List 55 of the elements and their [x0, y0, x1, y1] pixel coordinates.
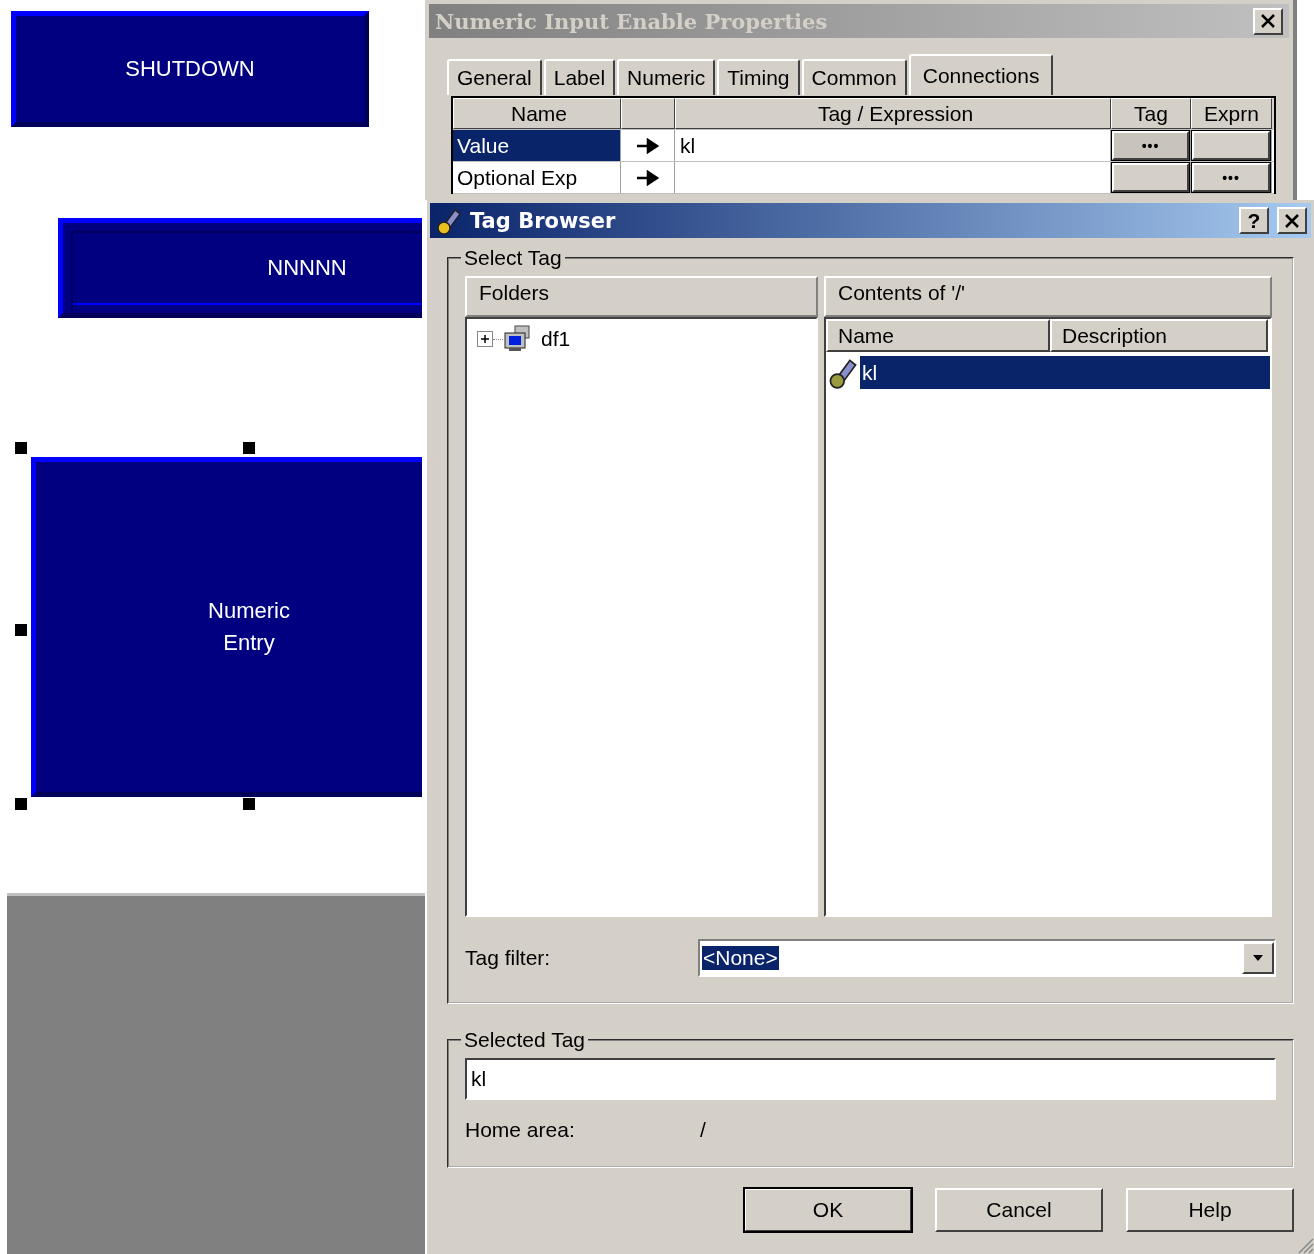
browse-button[interactable]: •••: [1112, 131, 1189, 160]
pane-header: Contents of '/': [824, 276, 1272, 317]
column-header: Tag: [1111, 98, 1191, 129]
tab[interactable]: Timing: [717, 59, 800, 95]
blank-button[interactable]: [1192, 131, 1270, 160]
browse-button[interactable]: •••: [1192, 163, 1270, 192]
tab[interactable]: General: [447, 59, 542, 95]
caret-icon: [1252, 954, 1264, 962]
help-button[interactable]: ?: [1239, 207, 1269, 234]
tree-item[interactable]: df1: [541, 327, 571, 351]
dialog-button[interactable]: Help: [1126, 1188, 1294, 1232]
selected-tag-field[interactable]: kl: [465, 1058, 1276, 1100]
window-title: Tag Browser: [470, 208, 616, 233]
close-icon: [1260, 14, 1276, 28]
group-label: Selected Tag: [463, 1028, 587, 1052]
blank-button[interactable]: [1112, 163, 1189, 192]
tab[interactable]: Connections: [908, 54, 1054, 95]
hmi-button[interactable]: SHUTDOWN: [11, 11, 369, 127]
column-header[interactable]: Name: [826, 319, 1050, 352]
arrow-icon: [634, 136, 661, 155]
field-label: Tag filter:: [465, 946, 552, 970]
list-item[interactable]: kl: [860, 356, 1270, 389]
dialog-button[interactable]: Cancel: [935, 1188, 1103, 1232]
tab[interactable]: Label: [543, 59, 616, 95]
dropdown-value: <None>: [702, 946, 779, 970]
home-area-value: /: [700, 1118, 706, 1142]
table-cell[interactable]: Value: [453, 130, 621, 161]
close-button[interactable]: [1277, 207, 1307, 234]
tab[interactable]: Numeric: [617, 59, 716, 95]
field-label: Home area:: [465, 1118, 576, 1142]
column-header: Exprn: [1191, 98, 1272, 129]
tag-icon: [828, 356, 858, 389]
column-header: Tag / Expression: [675, 98, 1111, 129]
resize-handle[interactable]: [243, 442, 255, 454]
numeric-display[interactable]: NNNNN: [58, 218, 422, 318]
column-header: Name: [453, 98, 621, 129]
tag-icon: [436, 206, 462, 235]
expand-icon[interactable]: [477, 331, 493, 347]
resize-handle[interactable]: [15, 798, 27, 810]
hmi-button[interactable]: Numeric Entry: [31, 457, 422, 797]
resize-handle[interactable]: [243, 798, 255, 810]
resize-handle[interactable]: [15, 442, 27, 454]
table-cell[interactable]: Optional Exp: [453, 162, 621, 193]
close-button[interactable]: [1253, 7, 1283, 35]
column-header[interactable]: Description: [1050, 319, 1268, 352]
tab[interactable]: Common: [801, 59, 907, 95]
window-title: Numeric Input Enable Properties: [435, 8, 829, 34]
pane-header: Folders: [465, 276, 818, 317]
arrow-icon: [634, 168, 661, 187]
resize-handle[interactable]: [15, 624, 27, 636]
dialog-button[interactable]: OK: [744, 1188, 912, 1232]
dropdown-button[interactable]: [1242, 942, 1274, 974]
close-icon: [1284, 213, 1300, 228]
group-label: Select Tag: [463, 246, 563, 270]
tag-filter-dropdown[interactable]: <None>: [698, 939, 1276, 977]
